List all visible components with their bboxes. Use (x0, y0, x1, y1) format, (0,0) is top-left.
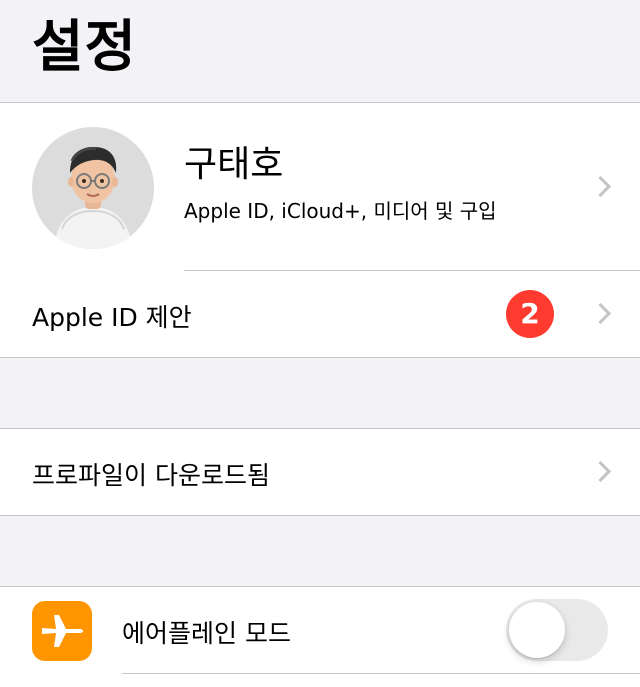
chevron-right-icon (589, 175, 612, 198)
apple-id-suggestions-label: Apple ID 제안 (32, 303, 192, 332)
profile-row[interactable]: 구태호 Apple ID, iCloud+, 미디어 및 구입 (0, 103, 640, 270)
chevron-right-icon (589, 460, 612, 483)
connectivity-group: 에어플레인 모드 (0, 586, 640, 687)
apple-id-suggestions-row[interactable]: Apple ID 제안 2 (0, 271, 640, 357)
notification-badge: 2 (506, 290, 554, 338)
account-group: 구태호 Apple ID, iCloud+, 미디어 및 구입 Apple ID… (0, 102, 640, 358)
profile-download-group: 프로파일이 다운로드됨 (0, 428, 640, 516)
divider (122, 673, 640, 674)
profile-name: 구태호 (184, 144, 284, 185)
chevron-right-icon (589, 302, 612, 325)
avatar (32, 127, 154, 249)
airplane-mode-label: 에어플레인 모드 (122, 619, 291, 648)
toggle-knob (509, 602, 565, 658)
profile-downloaded-row[interactable]: 프로파일이 다운로드됨 (0, 429, 640, 515)
airplane-icon (32, 601, 92, 661)
airplane-mode-row: 에어플레인 모드 (0, 587, 640, 673)
airplane-mode-toggle[interactable] (506, 599, 608, 661)
page-title: 설정 (32, 15, 138, 80)
profile-downloaded-label: 프로파일이 다운로드됨 (32, 461, 270, 490)
profile-subtitle: Apple ID, iCloud+, 미디어 및 구입 (184, 199, 497, 223)
